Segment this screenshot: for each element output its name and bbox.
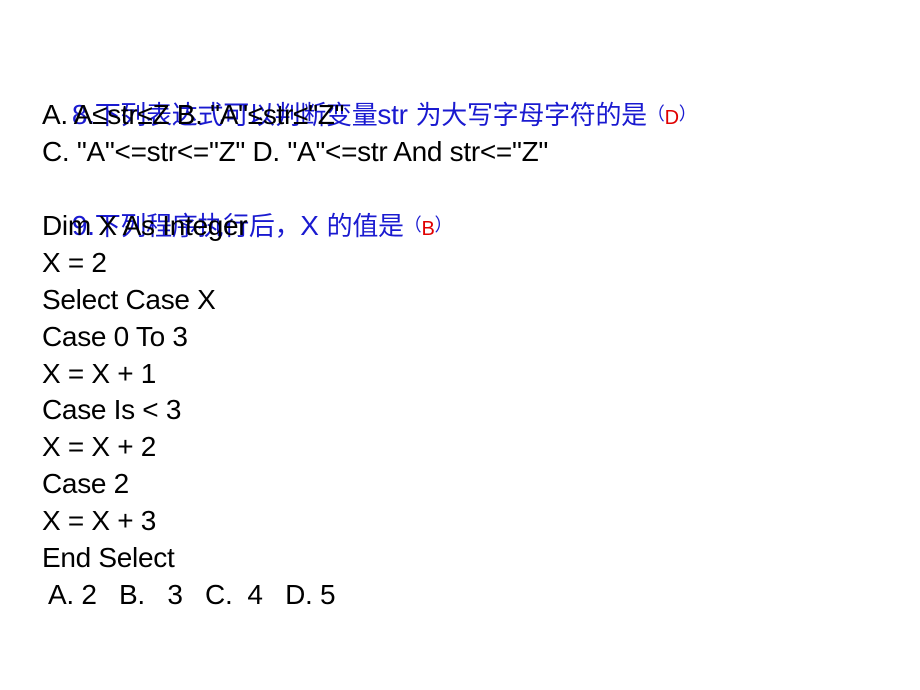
question-8-answer: D <box>664 107 679 129</box>
code-line: Case 2 <box>42 468 129 499</box>
question-9-answer: B <box>421 218 435 240</box>
question-9-stem-part2: 的值是 <box>318 212 404 242</box>
slide: 8.下列表达式可以判断变量str 为大写字母字符的是（D） A. A≤str≤Z… <box>0 0 920 690</box>
code-line: Case Is < 3 <box>42 394 182 425</box>
code-line: Select Case X <box>42 284 216 315</box>
question-8-paren-close: ） <box>678 104 697 124</box>
question-9-paren-open: （ <box>403 215 422 235</box>
question-8-paren-open: （ <box>646 104 665 124</box>
question-9-paren-close: ） <box>434 215 453 235</box>
question-8-title: 8.下列表达式可以判断变量str 为大写字母字符的是（D） <box>42 60 697 131</box>
question-9-stem-var: X <box>300 210 319 241</box>
code-line: End Select <box>42 542 175 573</box>
code-line: X = X + 1 <box>42 358 157 389</box>
question-8-options-line-1: A. A≤str≤Z B. "A"≤str≤"Z" <box>42 99 345 130</box>
question-9-title: 9.下列程序执行后，X 的值是（B） <box>42 171 453 242</box>
code-line: Dim X As Integer <box>42 210 248 241</box>
question-9-options: A. 2 B. 3 C. 4 D. 5 <box>48 579 336 610</box>
code-line: X = X + 3 <box>42 505 157 536</box>
code-line: X = X + 2 <box>42 431 157 462</box>
question-8-stem-var: str <box>377 99 408 130</box>
code-line: X = 2 <box>42 247 107 278</box>
question-8-stem-part2: 为大写字母字符的是 <box>407 101 648 131</box>
question-8-options-line-2: C. "A"<=str<="Z" D. "A"<=str And str<="Z… <box>42 136 549 167</box>
code-line: Case 0 To 3 <box>42 321 188 352</box>
